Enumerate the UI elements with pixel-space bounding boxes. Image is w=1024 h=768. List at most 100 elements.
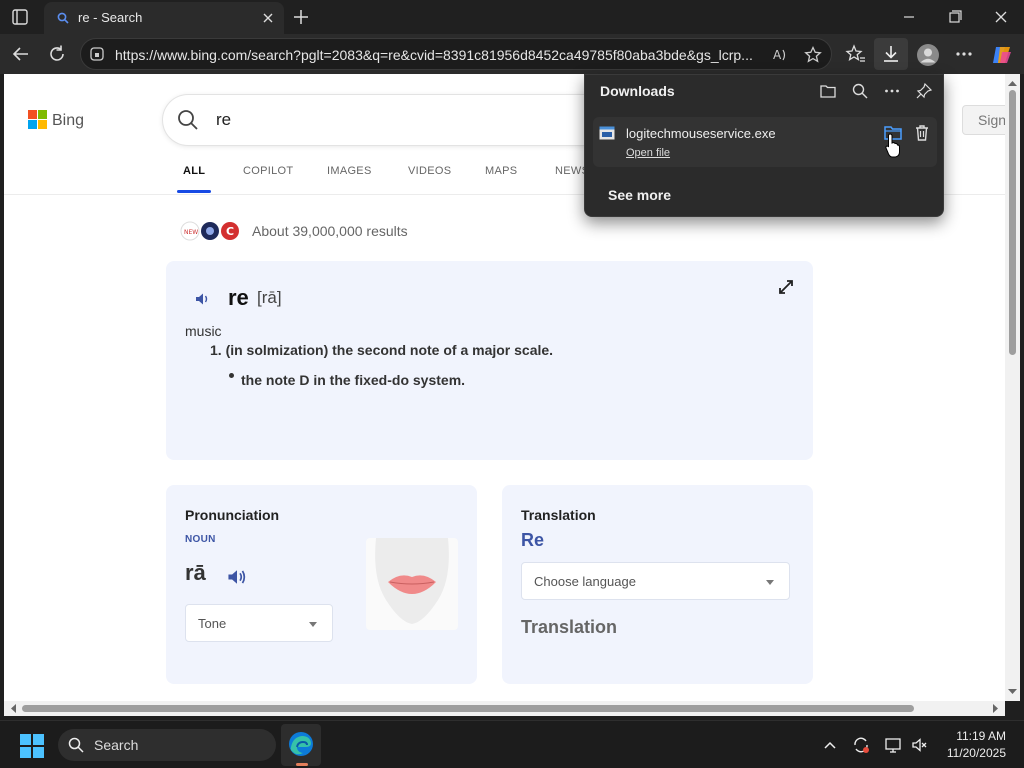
open-file-link[interactable]: Open file [626, 147, 670, 159]
active-tab-indicator [177, 190, 211, 193]
tab-actions-icon[interactable] [6, 6, 34, 28]
see-more-link[interactable]: See more [608, 187, 671, 203]
search-downloads-icon[interactable] [851, 82, 869, 100]
bing-favicon-icon [56, 11, 70, 25]
bullet-icon [229, 373, 234, 378]
search-input[interactable]: re [216, 110, 231, 130]
windows-start-icon[interactable] [19, 733, 45, 759]
chevron-up-icon[interactable] [821, 736, 839, 754]
delete-icon[interactable] [913, 123, 931, 143]
favorites-icon[interactable] [845, 43, 867, 65]
source-chips: NEW C [180, 221, 244, 241]
executable-file-icon [599, 126, 615, 140]
microsoft-logo-icon [28, 110, 47, 129]
horizontal-scrollbar[interactable] [4, 701, 1005, 716]
downloads-more-icon[interactable] [883, 82, 901, 100]
clock-time[interactable]: 11:19 AM [948, 729, 1006, 743]
horizontal-scroll-thumb[interactable] [22, 705, 914, 712]
scroll-down-icon[interactable] [1005, 686, 1020, 698]
scroll-right-icon[interactable] [990, 701, 1002, 716]
tab-videos[interactable]: VIDEOS [408, 165, 451, 177]
downloads-title: Downloads [600, 83, 675, 99]
edge-taskbar-button[interactable] [281, 724, 321, 766]
open-downloads-folder-icon[interactable] [819, 82, 837, 100]
clock-date[interactable]: 11/20/2025 [940, 746, 1006, 760]
pin-icon[interactable] [915, 82, 933, 100]
download-icon[interactable] [880, 43, 902, 65]
svg-text:C: C [226, 225, 234, 238]
desktop: re - Search https://www.bing.com/search?… [0, 0, 1024, 768]
tab-close-icon[interactable] [260, 10, 276, 26]
more-options-icon[interactable] [953, 43, 975, 65]
dictionary-phonetic: [rā] [257, 288, 282, 307]
taskbar-search-box[interactable]: Search [58, 729, 276, 761]
window-close-icon[interactable] [988, 8, 1014, 26]
tone-select[interactable]: Tone [185, 604, 333, 642]
tab-copilot[interactable]: COPILOT [243, 165, 293, 177]
sign-in-button[interactable]: Sign [962, 105, 1005, 135]
results-count: About 39,000,000 results [252, 223, 408, 239]
definition-2: the note D in the fixed-do system. [241, 372, 466, 388]
translation-title: Translation [521, 507, 596, 523]
translation-word: Re [521, 530, 545, 550]
profile-avatar-icon[interactable] [916, 43, 939, 66]
translation-card: Translation Re Choose language Translati… [502, 485, 813, 684]
mouth-illustration [366, 538, 458, 630]
speaker-icon[interactable] [194, 290, 212, 308]
browser-toolbar: https://www.bing.com/search?pglt=2083&q=… [0, 34, 1024, 74]
edge-icon [289, 732, 313, 756]
back-icon[interactable] [10, 43, 32, 65]
browser-tab-bar: re - Search [0, 0, 1024, 34]
tab-title: re - Search [78, 10, 143, 25]
copilot-icon[interactable] [990, 43, 1012, 65]
read-aloud-icon[interactable]: A [771, 45, 791, 65]
pronunciation-title: Pronunciation [185, 507, 280, 523]
pronunciation-speaker-icon[interactable] [226, 566, 248, 588]
scroll-up-icon[interactable] [1005, 77, 1020, 89]
tab-all[interactable]: ALL [183, 165, 205, 177]
url-text[interactable]: https://www.bing.com/search?pglt=2083&q=… [115, 47, 765, 63]
dictionary-word: re [228, 285, 249, 310]
definition-1: 1. (in solmization) the second note of a… [210, 342, 554, 358]
taskbar: Search 11:19 AM 11/20/2025 [0, 720, 1024, 768]
taskbar-search-label: Search [94, 737, 139, 753]
minimize-icon[interactable] [896, 8, 922, 26]
sync-icon[interactable] [852, 736, 870, 754]
vertical-scroll-thumb[interactable] [1009, 90, 1016, 355]
network-icon[interactable] [884, 736, 902, 754]
refresh-icon[interactable] [46, 43, 68, 65]
bing-logo[interactable]: Bing [28, 110, 118, 132]
address-bar[interactable]: https://www.bing.com/search?pglt=2083&q=… [80, 38, 832, 70]
pronunciation-word: rā [185, 560, 206, 585]
tone-label: Tone [198, 616, 227, 631]
dictionary-domain: music [185, 323, 222, 339]
chevron-down-icon [309, 622, 317, 627]
favorite-star-icon[interactable] [803, 45, 823, 65]
language-select[interactable]: Choose language [521, 562, 790, 600]
vertical-scrollbar[interactable] [1005, 74, 1020, 701]
running-app-indicator [296, 763, 308, 766]
mouse-cursor-icon [885, 133, 901, 159]
translation-output: Translation [521, 617, 618, 637]
scroll-left-icon[interactable] [7, 701, 19, 716]
search-icon[interactable] [177, 109, 199, 131]
svg-text:NEW: NEW [184, 229, 198, 236]
bing-logo-text: Bing [52, 112, 85, 129]
expand-icon[interactable] [778, 279, 794, 295]
window-edge [1020, 74, 1024, 716]
site-info-icon[interactable] [89, 46, 105, 62]
new-tab-icon[interactable] [292, 8, 310, 26]
volume-muted-icon[interactable] [911, 736, 929, 754]
restore-icon[interactable] [942, 8, 968, 26]
dictionary-card: re [rā] music 1. (in solmization) the se… [166, 261, 813, 460]
language-placeholder: Choose language [534, 574, 636, 589]
tab-maps[interactable]: MAPS [485, 165, 517, 177]
tab-images[interactable]: IMAGES [327, 165, 372, 177]
chevron-down-icon [766, 580, 774, 585]
pronunciation-card: Pronunciation NOUN rā Tone [166, 485, 477, 684]
active-tab[interactable]: re - Search [44, 2, 284, 34]
svg-text:A: A [773, 48, 782, 62]
part-of-speech: NOUN [185, 534, 216, 545]
taskbar-search-icon [68, 737, 84, 753]
download-filename[interactable]: logitechmouseservice.exe [626, 126, 776, 141]
